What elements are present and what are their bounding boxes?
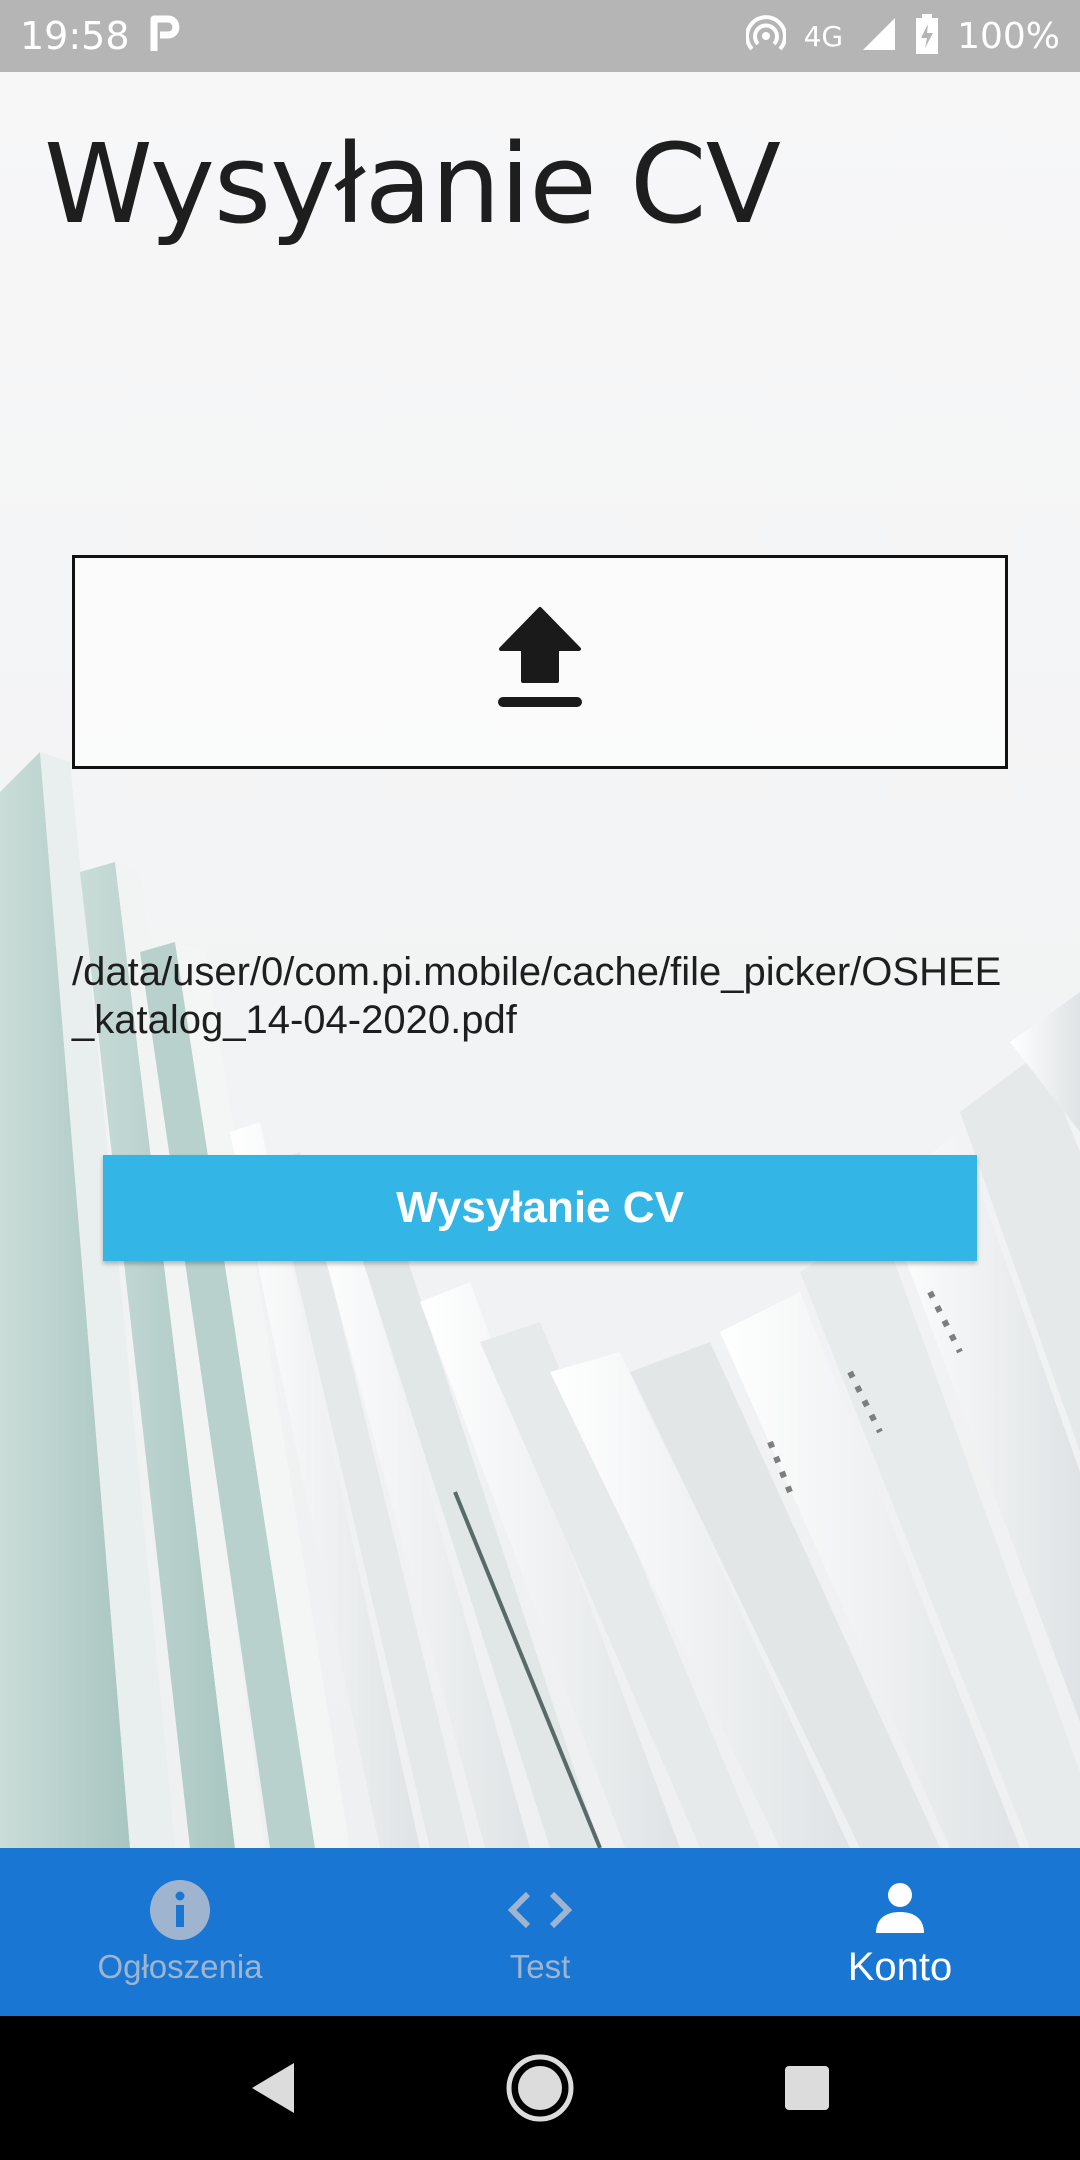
screen: 19:58 4G 100% Wysyłanie CV /data/user/0/… [0, 0, 1080, 2160]
p-icon [148, 15, 182, 58]
recents-icon[interactable] [762, 2043, 852, 2133]
person-icon [872, 1875, 928, 1939]
nav-label-konto: Konto [847, 1944, 953, 1989]
status-left: 19:58 [20, 14, 182, 58]
page-title: Wysyłanie CV [44, 120, 781, 248]
home-icon[interactable] [495, 2043, 585, 2133]
signal-icon [861, 16, 897, 57]
back-icon[interactable] [228, 2043, 318, 2133]
upload-file-button[interactable] [72, 555, 1008, 769]
status-time: 19:58 [20, 14, 130, 58]
system-navigation-bar [0, 2016, 1080, 2160]
battery-charging-icon [915, 13, 939, 59]
nav-item-konto[interactable]: Konto [720, 1848, 1080, 2016]
selected-file-path: /data/user/0/com.pi.mobile/cache/file_pi… [72, 950, 1002, 1042]
status-bar: 19:58 4G 100% [0, 0, 1080, 72]
network-type: 4G [803, 19, 844, 53]
nav-item-ogloszenia[interactable]: Ogłoszenia [0, 1848, 360, 2016]
battery-percentage: 100% [957, 15, 1060, 57]
nav-label-test: Test [509, 1948, 571, 1985]
code-icon [508, 1878, 572, 1942]
bottom-navigation: Ogłoszenia Test Konto [0, 1848, 1080, 2016]
nav-label-ogloszenia: Ogłoszenia [97, 1948, 263, 1985]
info-icon [149, 1878, 211, 1942]
send-cv-button[interactable]: Wysyłanie CV [103, 1155, 977, 1261]
status-right: 4G 100% [744, 13, 1060, 59]
hotspot-icon [744, 14, 787, 59]
upload-icon [495, 605, 585, 720]
nav-item-test[interactable]: Test [360, 1848, 720, 2016]
